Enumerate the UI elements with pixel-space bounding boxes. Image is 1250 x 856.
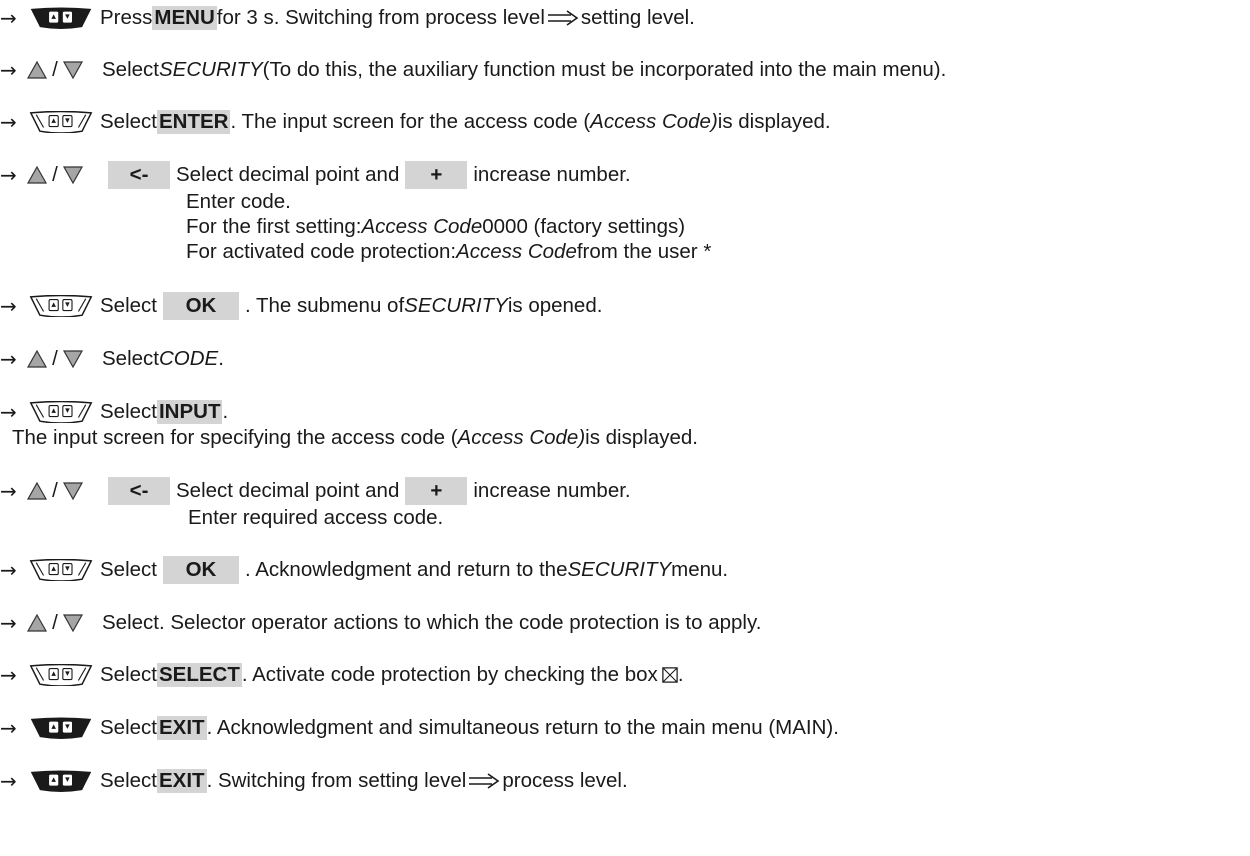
step-13: → Select EXIT . Switching from setting l… (0, 769, 628, 793)
step-4: → / <- Select decimal point and + increa… (0, 161, 631, 189)
arrow-icon: → (0, 663, 17, 687)
triangle-up-icon (26, 481, 48, 501)
up-down-keys: / (26, 347, 102, 371)
triangle-up-icon (26, 613, 48, 633)
step-11: → Select SELECT . Activate code protecti… (0, 663, 684, 687)
select-key-label: SELECT (156, 663, 242, 687)
arrow-icon: → (0, 58, 17, 82)
triangle-down-icon (62, 165, 84, 185)
step-4-line-4: For activated code protection: Access Co… (186, 240, 712, 263)
triangle-down-icon (62, 349, 84, 369)
implies-icon (468, 773, 500, 789)
step-8-line-2: Enter required access code. (188, 506, 444, 529)
input-key-label: INPUT (156, 400, 223, 424)
arrow-icon: → (0, 769, 17, 793)
keypad-icon (26, 770, 96, 792)
keypad-icon (26, 111, 96, 133)
checked-box-icon (662, 667, 678, 683)
triangle-up-icon (26, 165, 48, 185)
arrow-icon: → (0, 294, 17, 318)
keypad-icon (26, 559, 96, 581)
arrow-icon: → (0, 347, 17, 371)
step-4-line-3: For the first setting: Access Code 0000 … (186, 215, 686, 238)
menu-key-label: MENU (152, 6, 217, 30)
keypad-icon (26, 401, 96, 423)
triangle-up-icon (26, 349, 48, 369)
step-8: → / <- Select decimal point and + increa… (0, 477, 631, 505)
step-9: → Select OK . Acknowledgment and return … (0, 556, 729, 584)
step-2: → / Select SECURITY (To do this, the aux… (0, 58, 947, 82)
triangle-down-icon (62, 481, 84, 501)
plus-key-label: + (405, 477, 468, 505)
triangle-up-icon (26, 60, 48, 80)
step-10: → / Select. Selector operator actions to… (0, 611, 762, 635)
step-7-line-2: The input screen for specifying the acce… (12, 426, 698, 449)
arrow-icon: → (0, 479, 17, 503)
up-down-keys: / (26, 611, 102, 635)
triangle-down-icon (62, 613, 84, 633)
instruction-document: → Press MENU for 3 s. Switching from pro… (0, 0, 1250, 856)
exit-key-label: EXIT (156, 769, 207, 793)
up-down-keys: / (26, 58, 102, 82)
arrow-icon: → (0, 6, 17, 30)
implies-icon (547, 10, 579, 26)
step-3: → Select ENTER . The input screen for th… (0, 110, 831, 134)
keypad-icon (26, 7, 96, 29)
arrow-icon: → (0, 558, 17, 582)
step-1: → Press MENU for 3 s. Switching from pro… (0, 6, 695, 30)
keypad-icon (26, 664, 96, 686)
arrow-icon: → (0, 716, 17, 740)
arrow-icon: → (0, 611, 17, 635)
step-7: → Select INPUT . (0, 400, 229, 424)
up-down-keys: / (26, 479, 102, 503)
arrow-icon: → (0, 163, 17, 187)
ok-key-label: OK (162, 292, 239, 320)
keypad-icon (26, 717, 96, 739)
ok-key-label: OK (162, 556, 239, 584)
plus-key-label: + (405, 161, 468, 189)
step-5: → Select OK . The submenu of SECURITY is… (0, 292, 603, 320)
exit-key-label: EXIT (156, 716, 207, 740)
step-4-line-2: Enter code. (186, 190, 291, 213)
back-key-label: <- (108, 161, 170, 189)
enter-key-label: ENTER (156, 110, 231, 134)
triangle-down-icon (62, 60, 84, 80)
step-12: → Select EXIT . Acknowledgment and simul… (0, 716, 839, 740)
back-key-label: <- (108, 477, 170, 505)
arrow-icon: → (0, 110, 17, 134)
arrow-icon: → (0, 400, 17, 424)
step-6: → / Select CODE . (0, 347, 224, 371)
up-down-keys: / (26, 163, 102, 187)
keypad-icon (26, 295, 96, 317)
